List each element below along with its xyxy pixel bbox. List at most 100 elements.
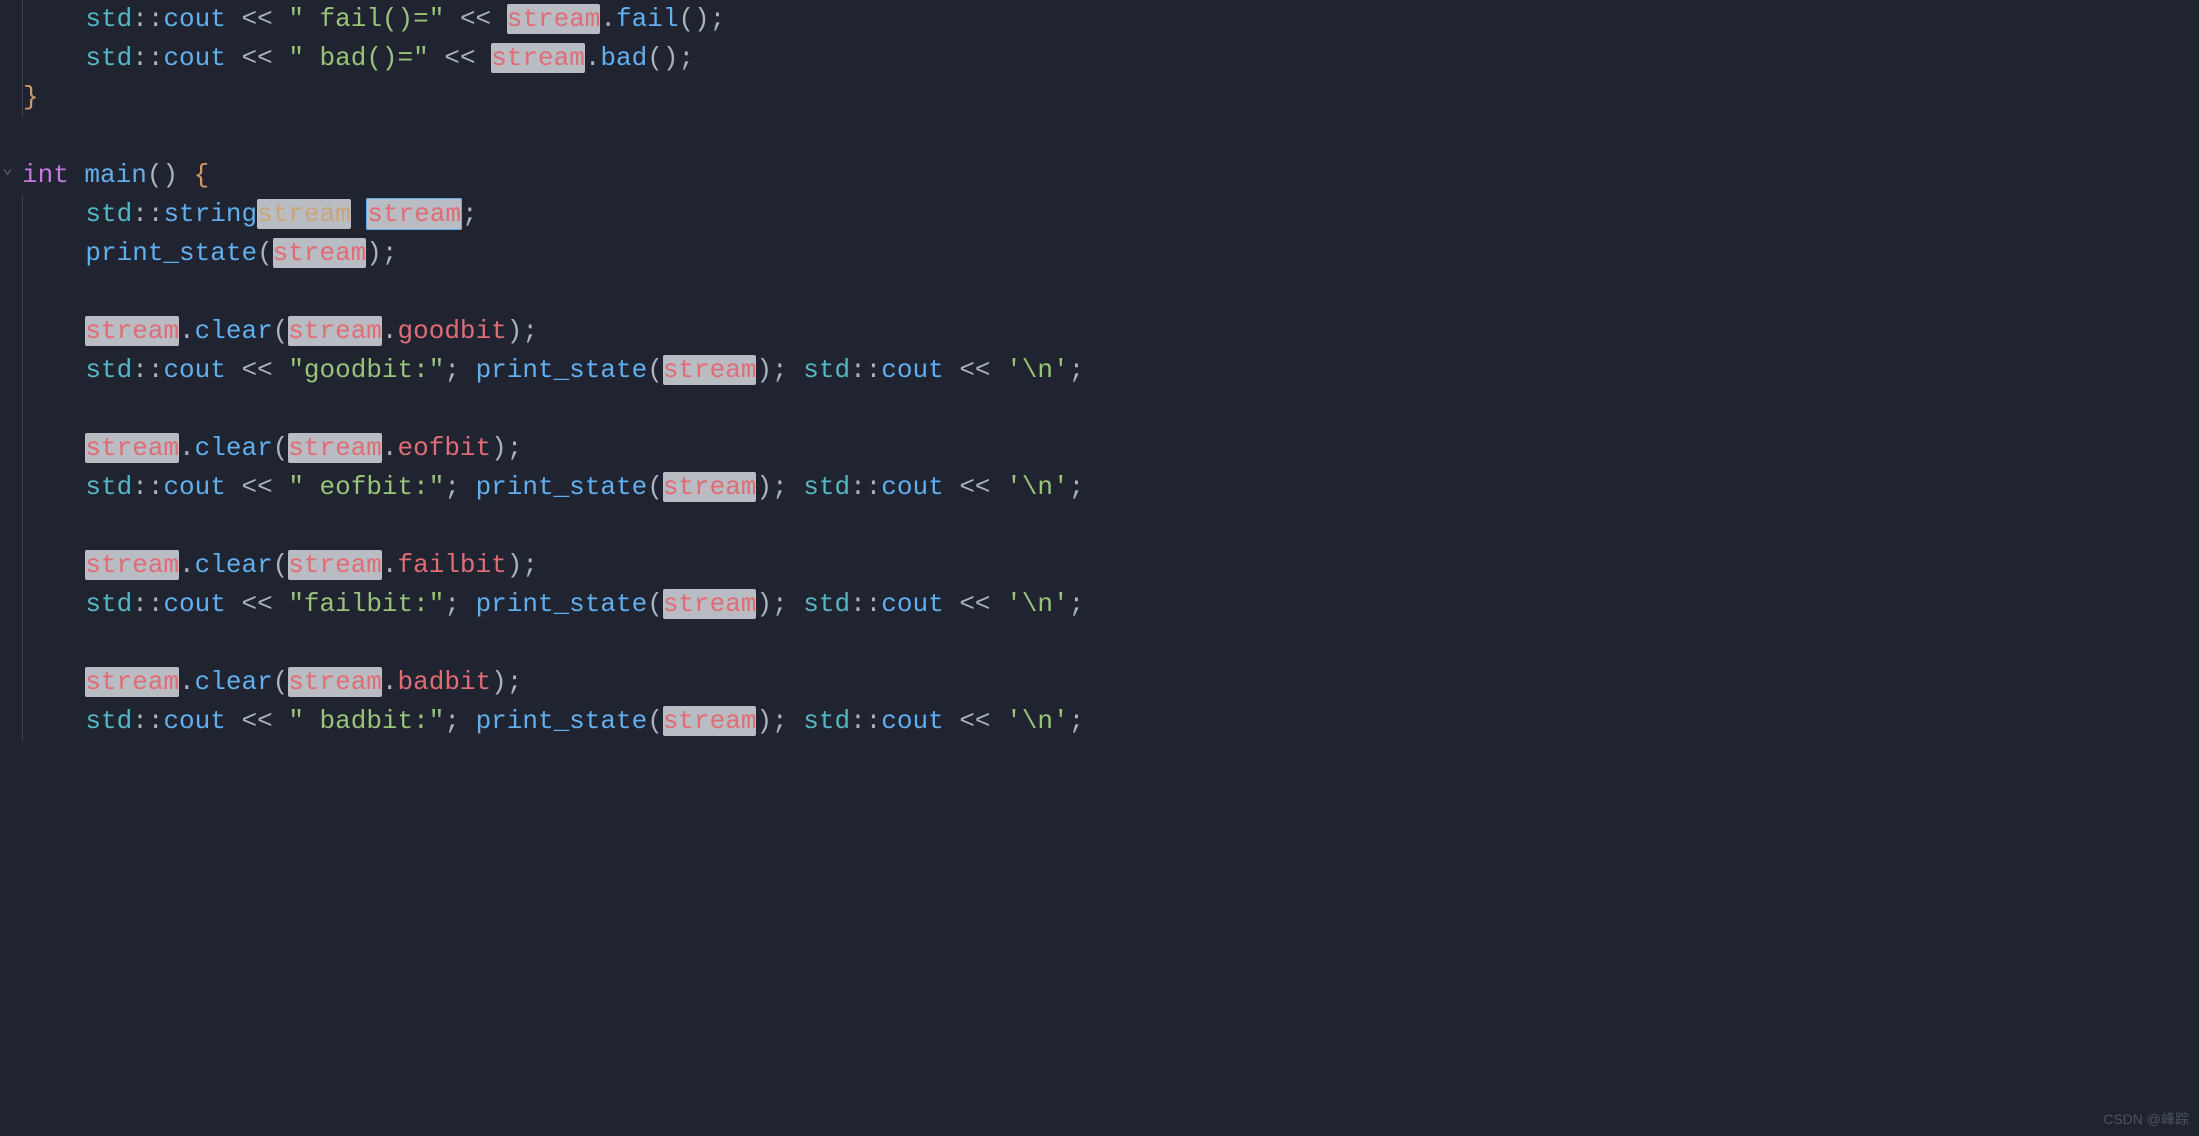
token: stream: [507, 4, 601, 34]
token: [788, 355, 804, 385]
token: (: [273, 433, 289, 463]
code-line[interactable]: std::cout << " bad()=" << stream.bad();: [22, 39, 2199, 78]
token: .: [382, 433, 398, 463]
code-line[interactable]: std::cout << "failbit:"; print_state(str…: [22, 585, 2199, 624]
watermark: CSDN @峰踪: [2103, 1109, 2189, 1130]
token: cout: [881, 355, 943, 385]
code-line[interactable]: stream.clear(stream.goodbit);: [22, 312, 2199, 351]
token: stream: [273, 238, 367, 268]
token: ;: [444, 472, 460, 502]
code-line[interactable]: stream.clear(stream.failbit);: [22, 546, 2199, 585]
token: '\n': [1006, 589, 1068, 619]
fold-toggle-icon[interactable]: ⌄: [2, 156, 13, 183]
token: stream: [663, 706, 757, 736]
token: ;: [444, 706, 460, 736]
code-line[interactable]: }: [22, 78, 2199, 117]
token: ;: [1069, 472, 1085, 502]
token: ): [756, 706, 772, 736]
code-line[interactable]: std::cout << " badbit:"; print_state(str…: [22, 702, 2199, 741]
token: (: [647, 355, 663, 385]
token: clear: [195, 550, 273, 580]
token: " fail()=": [288, 4, 444, 34]
token: stream: [663, 472, 757, 502]
token: <<: [444, 43, 475, 73]
token: cout: [163, 589, 225, 619]
token: ): [507, 316, 523, 346]
token: '\n': [1006, 706, 1068, 736]
token: " bad()=": [288, 43, 428, 73]
token: std: [85, 355, 132, 385]
code-line[interactable]: std::cout << "goodbit:"; print_state(str…: [22, 351, 2199, 390]
token: {: [194, 160, 210, 190]
token: (: [647, 589, 663, 619]
token: ): [491, 433, 507, 463]
code-line[interactable]: [22, 273, 2199, 312]
token: stream: [663, 589, 757, 619]
token: [226, 589, 242, 619]
token: "failbit:": [288, 589, 444, 619]
indent-guide: [22, 273, 23, 312]
token: goodbit: [398, 316, 507, 346]
token: [226, 43, 242, 73]
indent-guide: [22, 390, 23, 429]
token: ::: [132, 706, 163, 736]
token: fail: [616, 4, 678, 34]
token: std: [803, 589, 850, 619]
token: int: [22, 160, 69, 190]
token: [991, 355, 1007, 385]
token: print_state: [476, 589, 648, 619]
token: }: [23, 82, 39, 112]
code-line[interactable]: std::stringstream stream;: [22, 195, 2199, 234]
token: [351, 199, 367, 229]
code-line[interactable]: [22, 117, 2199, 156]
token: <<: [241, 4, 272, 34]
token: stream: [85, 433, 179, 463]
token: [273, 706, 289, 736]
token: .: [179, 550, 195, 580]
token: (): [147, 160, 178, 190]
token: <<: [241, 355, 272, 385]
code-line[interactable]: print_state(stream);: [22, 234, 2199, 273]
code-line[interactable]: std::cout << " fail()=" << stream.fail()…: [22, 0, 2199, 39]
token: [273, 43, 289, 73]
indent-guide: [22, 546, 23, 585]
token: ;: [772, 589, 788, 619]
token: [429, 43, 445, 73]
code-line[interactable]: [22, 507, 2199, 546]
token: [460, 355, 476, 385]
token: [226, 4, 242, 34]
token: clear: [195, 667, 273, 697]
token: ::: [132, 199, 163, 229]
token: cout: [881, 472, 943, 502]
token: failbit: [398, 550, 507, 580]
code-line[interactable]: std::cout << " eofbit:"; print_state(str…: [22, 468, 2199, 507]
code-line[interactable]: int main() {: [22, 156, 2199, 195]
indent-guide: [22, 351, 23, 390]
token: ::: [132, 589, 163, 619]
token: stream: [366, 198, 462, 230]
code-line[interactable]: stream.clear(stream.eofbit);: [22, 429, 2199, 468]
token: <<: [241, 43, 272, 73]
code-editor[interactable]: std::cout << " fail()=" << stream. fail()…: [0, 0, 2199, 741]
token: ;: [522, 550, 538, 580]
code-line[interactable]: [22, 624, 2199, 663]
token: <<: [959, 589, 990, 619]
token: [991, 472, 1007, 502]
token: [226, 472, 242, 502]
token: stream: [288, 433, 382, 463]
token: std: [85, 199, 132, 229]
token: cout: [163, 4, 225, 34]
token: std: [803, 355, 850, 385]
token: <<: [241, 589, 272, 619]
token: ;: [507, 433, 523, 463]
code-line[interactable]: [22, 390, 2199, 429]
token: print_state: [85, 238, 257, 268]
token: std: [85, 43, 132, 73]
indent-guide: [22, 468, 23, 507]
token: eofbit: [398, 433, 492, 463]
token: ::: [132, 4, 163, 34]
indent-guide: [22, 507, 23, 546]
token: ;: [507, 667, 523, 697]
code-line[interactable]: stream.clear(stream.badbit);: [22, 663, 2199, 702]
token: [788, 589, 804, 619]
